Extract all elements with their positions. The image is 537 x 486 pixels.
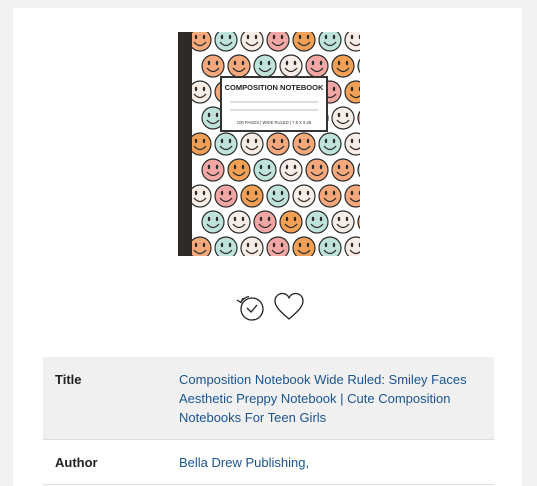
title-label: Title — [55, 372, 82, 387]
smiley-face-icon — [253, 210, 277, 234]
smiley-face-icon — [266, 32, 290, 52]
details-row-author: Author Bella Drew Publishing, — [43, 440, 494, 485]
smiley-face-icon — [188, 32, 212, 52]
smiley-face-icon — [292, 132, 316, 156]
smiley-face-icon — [292, 32, 316, 52]
book-details-table: Title Composition Notebook Wide Ruled: S… — [43, 357, 494, 485]
cover-label: COMPOSITION NOTEBOOK 100 PAGES | WIDE RU… — [220, 76, 328, 132]
smiley-face-icon — [318, 236, 342, 256]
smiley-face-icon — [227, 158, 251, 182]
heart-icon[interactable] — [272, 290, 306, 324]
cover-label-subtitle: 100 PAGES | WIDE RULED | 7.5 X 9.25 — [237, 120, 312, 125]
smiley-face-icon — [201, 210, 225, 234]
smiley-face-icon — [305, 210, 329, 234]
cover-label-title: COMPOSITION NOTEBOOK — [225, 83, 324, 92]
smiley-face-icon — [214, 236, 238, 256]
details-row-title: Title Composition Notebook Wide Ruled: S… — [43, 357, 494, 440]
smiley-face-icon — [227, 210, 251, 234]
smiley-face-icon — [240, 184, 264, 208]
smiley-face-icon — [331, 106, 355, 130]
smiley-face-icon — [279, 158, 303, 182]
smiley-face-icon — [214, 132, 238, 156]
smiley-face-icon — [279, 54, 303, 78]
smiley-face-icon — [266, 184, 290, 208]
book-detail-card: COMPOSITION NOTEBOOK 100 PAGES | WIDE RU… — [13, 8, 522, 486]
smiley-face-icon — [214, 184, 238, 208]
smiley-face-icon — [305, 54, 329, 78]
cover-spine — [178, 32, 192, 256]
smiley-face-icon — [188, 184, 212, 208]
smiley-face-icon — [188, 236, 212, 256]
title-link[interactable]: Composition Notebook Wide Ruled: Smiley … — [179, 372, 467, 425]
smiley-face-icon — [318, 132, 342, 156]
smiley-face-icon — [279, 210, 303, 234]
smiley-face-icon — [201, 54, 225, 78]
smiley-face-icon — [253, 54, 277, 78]
smiley-face-icon — [331, 210, 355, 234]
smiley-face-icon — [240, 236, 264, 256]
smiley-face-icon — [305, 158, 329, 182]
smiley-face-icon — [331, 158, 355, 182]
author-label: Author — [55, 455, 98, 470]
smiley-face-icon — [318, 32, 342, 52]
smiley-face-icon — [292, 236, 316, 256]
smiley-face-icon — [240, 132, 264, 156]
book-actions — [233, 290, 305, 324]
book-cover-image[interactable]: COMPOSITION NOTEBOOK 100 PAGES | WIDE RU… — [178, 32, 360, 256]
smiley-face-icon — [292, 184, 316, 208]
smiley-face-icon — [331, 54, 355, 78]
smiley-face-icon — [227, 54, 251, 78]
smiley-face-icon — [253, 158, 277, 182]
author-link[interactable]: Bella Drew Publishing, — [179, 455, 309, 470]
smiley-face-icon — [201, 158, 225, 182]
history-clock-icon[interactable] — [233, 290, 267, 324]
smiley-face-icon — [240, 32, 264, 52]
smiley-face-icon — [266, 132, 290, 156]
smiley-face-icon — [188, 80, 212, 104]
smiley-face-icon — [318, 184, 342, 208]
smiley-face-icon — [188, 132, 212, 156]
smiley-face-icon — [214, 32, 238, 52]
smiley-face-icon — [266, 236, 290, 256]
